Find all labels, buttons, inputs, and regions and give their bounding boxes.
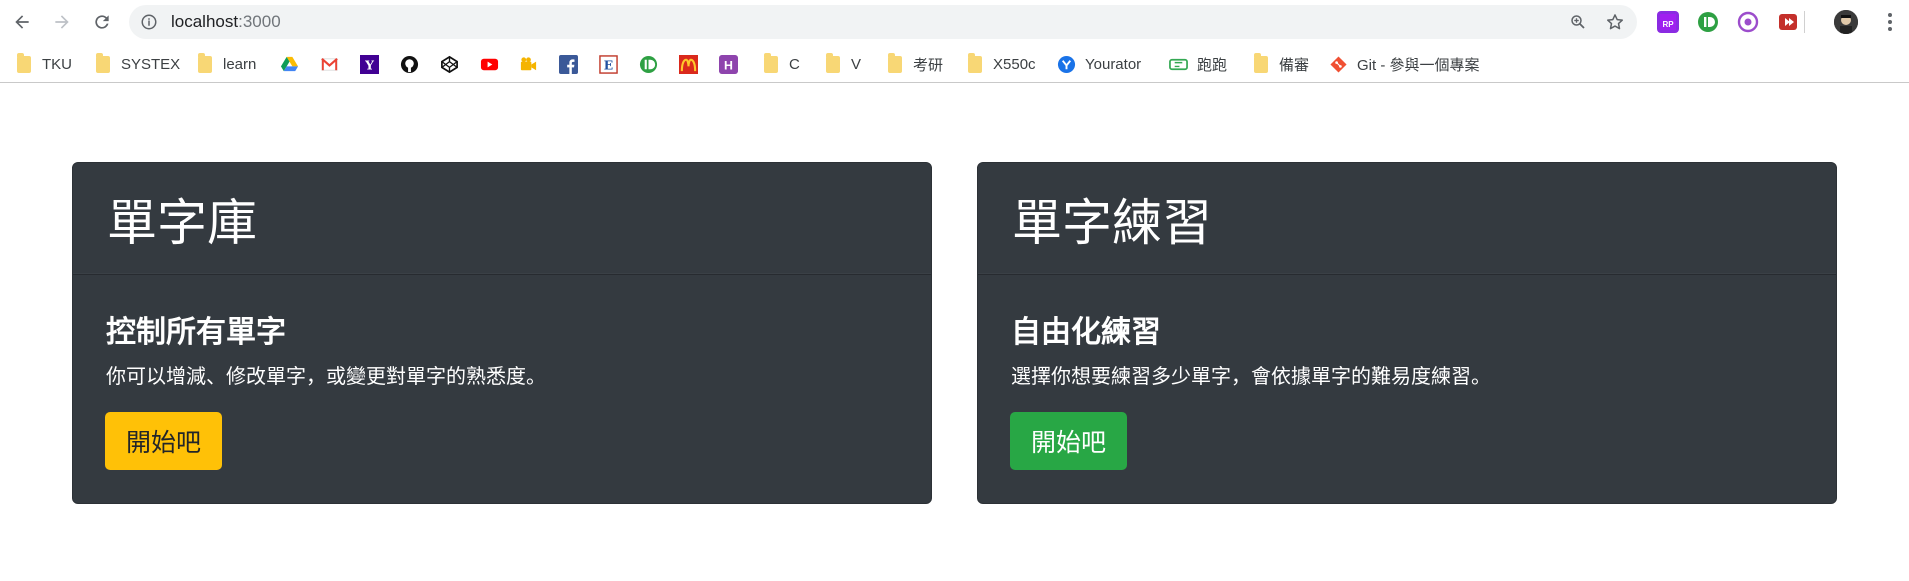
card-subtitle: 自由化練習 [1011,315,1161,350]
card-title: 單字庫 [107,194,257,252]
svg-text:Y: Y [364,57,374,72]
card-title: 單字練習 [1012,194,1212,252]
yahoo-icon: Y [360,54,379,74]
bookmark-e[interactable]: E [599,52,618,76]
folder-icon [93,52,112,74]
profile-avatar[interactable] [1834,10,1858,34]
google-drive-icon [280,55,299,74]
zoom-icon[interactable] [1569,13,1587,31]
bookmark-gmail[interactable] [320,52,339,76]
e-icon: E [599,54,618,74]
video-icon [519,55,538,74]
bookmark-youtube[interactable] [480,52,499,76]
bookmark-codepen[interactable] [440,52,459,76]
svg-text:RP: RP [1662,20,1674,29]
card-header: 單字庫 [73,163,931,275]
bookmark-yourator[interactable]: Yourator [1057,52,1141,76]
toolbar-divider [1804,11,1805,33]
bookmark-tku[interactable]: TKU [14,52,72,76]
back-arrow-icon[interactable] [8,8,36,36]
card-body: 自由化練習 選擇你想要練習多少單字，會依據單字的難易度練習。 開始吧 [978,275,1836,503]
card-subtitle: 控制所有單字 [106,315,286,350]
io-icon[interactable] [1697,11,1719,33]
folder-icon [823,52,842,74]
ticket-icon [1169,55,1188,74]
bookmark-kaoyan[interactable]: 考研 [885,52,943,76]
card-text: 選擇你想要練習多少單字，會依據單字的難易度練習。 [1011,364,1491,388]
reload-icon[interactable] [88,8,116,36]
svg-text:H: H [724,58,733,72]
git-icon [1329,55,1348,74]
bookmark-io[interactable] [639,52,658,76]
start-practice-button[interactable]: 開始吧 [1010,412,1127,470]
url-text[interactable]: localhost:3000 [171,12,281,32]
youtube-ext-icon[interactable] [1777,11,1799,33]
bookmark-systex[interactable]: SYSTEX [93,52,180,76]
youtube-icon [480,55,499,74]
forward-arrow-icon[interactable] [48,8,76,36]
rp-icon[interactable]: RP [1657,11,1679,33]
more-vert-icon[interactable] [1877,9,1903,35]
address-bar[interactable]: localhost:3000 [129,5,1637,39]
bookmark-yahoo[interactable]: Y [360,52,379,76]
bookmark-v[interactable]: V [823,52,861,76]
folder-icon [195,52,214,74]
cast-icon[interactable] [1737,11,1759,33]
start-library-button[interactable]: 開始吧 [105,412,222,470]
h-icon: H [719,54,738,74]
io-icon [639,55,658,74]
folder-icon [761,52,780,74]
card-header: 單字練習 [978,163,1836,275]
svg-text:E: E [604,57,613,72]
folder-icon [14,52,33,74]
yourator-icon [1057,55,1076,74]
folder-icon [885,52,904,74]
vocab-library-card: 單字庫 控制所有單字 你可以增減、修改單字，或變更對單字的熟悉度。 開始吧 [72,162,932,504]
bookmark-learn[interactable]: learn [195,52,256,76]
bookmark-mcdonalds[interactable] [679,52,698,76]
gmail-icon [320,55,339,74]
card-body: 控制所有單字 你可以增減、修改單字，或變更對單字的熟悉度。 開始吧 [73,275,931,503]
bookmark-facebook[interactable] [559,52,578,76]
mcdonalds-icon [679,54,698,74]
info-icon[interactable] [140,13,158,31]
browser-toolbar: localhost:3000 RP [0,0,1909,44]
bookmark-git[interactable]: Git - 參與一個專案 [1329,52,1480,76]
folder-icon [965,52,984,74]
bookmark-paopao[interactable]: 跑跑 [1169,52,1227,76]
bookmark-h[interactable]: H [719,52,738,76]
vocab-practice-card: 單字練習 自由化練習 選擇你想要練習多少單字，會依據單字的難易度練習。 開始吧 [977,162,1837,504]
github-icon [400,55,419,74]
card-text: 你可以增減、修改單字，或變更對單字的熟悉度。 [106,364,546,388]
bookmark-video[interactable] [519,52,538,76]
bookmark-google-drive[interactable] [280,52,299,76]
bookmark-beishen[interactable]: 備審 [1251,52,1309,76]
bookmark-c[interactable]: C [761,52,800,76]
folder-icon [1251,52,1270,74]
bookmark-github[interactable] [400,52,419,76]
facebook-icon [559,54,578,74]
codepen-icon [440,55,459,74]
bookmark-x550c[interactable]: X550c [965,52,1036,76]
star-icon[interactable] [1605,12,1625,32]
bookmarks-bar: TKU SYSTEX learn Y E H C V 考研 X550c Your… [0,44,1909,83]
